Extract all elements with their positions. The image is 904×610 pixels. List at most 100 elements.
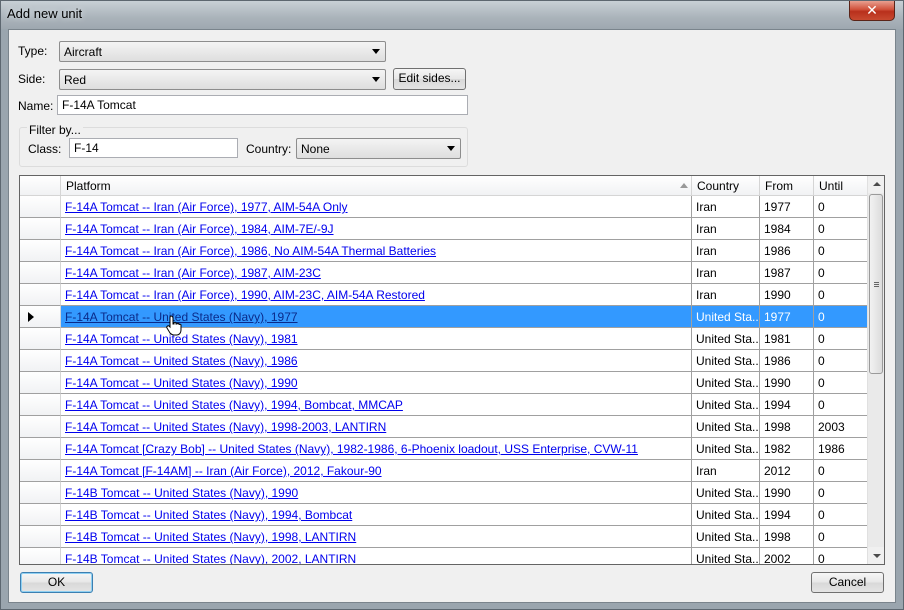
column-header-until[interactable]: Until — [814, 176, 868, 196]
column-header-country[interactable]: Country — [692, 176, 760, 196]
column-header-platform[interactable]: Platform — [61, 176, 692, 196]
table-row[interactable]: F-14A Tomcat -- Iran (Air Force), 1984, … — [20, 218, 868, 240]
filter-group-title: Filter by... — [27, 123, 83, 137]
platform-cell[interactable]: F-14A Tomcat -- Iran (Air Force), 1987, … — [61, 262, 692, 284]
row-header[interactable] — [20, 482, 61, 504]
from-cell: 1990 — [760, 482, 814, 504]
row-header[interactable] — [20, 240, 61, 262]
row-header[interactable] — [20, 460, 61, 482]
country-cell: United Sta... — [692, 350, 760, 372]
until-cell: 0 — [814, 240, 868, 262]
row-header[interactable] — [20, 548, 61, 564]
until-cell: 0 — [814, 218, 868, 240]
row-header[interactable] — [20, 438, 61, 460]
platform-cell[interactable]: F-14A Tomcat -- United States (Navy), 19… — [61, 394, 692, 416]
edit-sides-button[interactable]: Edit sides... — [393, 68, 466, 90]
country-cell: United Sta... — [692, 438, 760, 460]
country-cell: United Sta... — [692, 372, 760, 394]
table-row[interactable]: F-14B Tomcat -- United States (Navy), 19… — [20, 482, 868, 504]
table-row[interactable]: F-14A Tomcat -- United States (Navy), 19… — [20, 350, 868, 372]
table-row[interactable]: F-14A Tomcat [F-14AM] -- Iran (Air Force… — [20, 460, 868, 482]
class-label: Class: — [28, 142, 62, 156]
row-header[interactable] — [20, 196, 61, 218]
scroll-up-button[interactable] — [868, 176, 884, 193]
platform-grid[interactable]: Platform Country From Until F-14A Tomcat… — [19, 175, 885, 565]
platform-cell[interactable]: F-14A Tomcat -- United States (Navy), 19… — [61, 328, 692, 350]
platform-cell[interactable]: F-14A Tomcat -- United States (Navy), 19… — [61, 306, 692, 328]
platform-cell[interactable]: F-14A Tomcat -- Iran (Air Force), 1990, … — [61, 284, 692, 306]
cancel-button[interactable]: Cancel — [811, 572, 884, 593]
row-header[interactable] — [20, 218, 61, 240]
row-header[interactable] — [20, 306, 61, 328]
until-cell: 0 — [814, 328, 868, 350]
add-unit-dialog: Add new unit ✕ Type: Aircraft Side: Red … — [0, 0, 904, 610]
country-cell: United Sta... — [692, 306, 760, 328]
from-cell: 1998 — [760, 526, 814, 548]
table-row[interactable]: F-14B Tomcat -- United States (Navy), 20… — [20, 548, 868, 564]
table-row[interactable]: F-14B Tomcat -- United States (Navy), 19… — [20, 526, 868, 548]
table-row[interactable]: F-14A Tomcat -- Iran (Air Force), 1977, … — [20, 196, 868, 218]
country-filter-select[interactable]: None — [296, 138, 461, 159]
hand-cursor-icon — [166, 315, 182, 336]
platform-cell[interactable]: F-14A Tomcat -- Iran (Air Force), 1986, … — [61, 240, 692, 262]
from-cell: 1990 — [760, 372, 814, 394]
table-row[interactable]: F-14A Tomcat -- United States (Navy), 19… — [20, 372, 868, 394]
close-button[interactable]: ✕ — [849, 1, 895, 21]
name-input[interactable]: F-14A Tomcat — [57, 95, 468, 115]
row-header[interactable] — [20, 416, 61, 438]
platform-cell[interactable]: F-14B Tomcat -- United States (Navy), 20… — [61, 548, 692, 564]
row-header[interactable] — [20, 262, 61, 284]
until-cell: 0 — [814, 548, 868, 564]
chevron-down-icon — [447, 146, 455, 151]
platform-cell[interactable]: F-14B Tomcat -- United States (Navy), 19… — [61, 526, 692, 548]
platform-cell[interactable]: F-14A Tomcat -- United States (Navy), 19… — [61, 416, 692, 438]
table-row[interactable]: F-14A Tomcat -- Iran (Air Force), 1990, … — [20, 284, 868, 306]
side-select[interactable]: Red — [59, 69, 386, 90]
table-row[interactable]: F-14A Tomcat -- United States (Navy), 19… — [20, 416, 868, 438]
title-bar[interactable]: Add new unit ✕ — [1, 1, 903, 29]
ok-button[interactable]: OK — [20, 572, 93, 593]
country-label: Country: — [246, 142, 292, 156]
platform-cell[interactable]: F-14A Tomcat -- United States (Navy), 19… — [61, 372, 692, 394]
platform-cell[interactable]: F-14B Tomcat -- United States (Navy), 19… — [61, 504, 692, 526]
table-row[interactable]: F-14A Tomcat -- United States (Navy), 19… — [20, 328, 868, 350]
until-cell: 0 — [814, 306, 868, 328]
platform-cell[interactable]: F-14B Tomcat -- United States (Navy), 19… — [61, 482, 692, 504]
vertical-scrollbar[interactable] — [867, 176, 884, 564]
row-header[interactable] — [20, 504, 61, 526]
country-cell: Iran — [692, 218, 760, 240]
country-cell: Iran — [692, 262, 760, 284]
scroll-thumb[interactable] — [869, 194, 883, 374]
table-row[interactable]: F-14A Tomcat -- United States (Navy), 19… — [20, 306, 868, 328]
table-row[interactable]: F-14A Tomcat -- Iran (Air Force), 1987, … — [20, 262, 868, 284]
platform-cell[interactable]: F-14A Tomcat [F-14AM] -- Iran (Air Force… — [61, 460, 692, 482]
platform-cell[interactable]: F-14A Tomcat -- Iran (Air Force), 1977, … — [61, 196, 692, 218]
row-header[interactable] — [20, 394, 61, 416]
from-cell: 1986 — [760, 240, 814, 262]
row-header[interactable] — [20, 372, 61, 394]
country-cell: United Sta... — [692, 526, 760, 548]
until-cell: 0 — [814, 460, 868, 482]
row-header[interactable] — [20, 526, 61, 548]
row-header[interactable] — [20, 328, 61, 350]
table-row[interactable]: F-14A Tomcat [Crazy Bob] -- United State… — [20, 438, 868, 460]
platform-cell[interactable]: F-14A Tomcat -- Iran (Air Force), 1984, … — [61, 218, 692, 240]
grid-body: Platform Country From Until F-14A Tomcat… — [20, 176, 868, 564]
until-cell: 0 — [814, 372, 868, 394]
side-label: Side: — [18, 72, 46, 86]
from-cell: 1977 — [760, 196, 814, 218]
class-filter-input[interactable]: F-14 — [69, 138, 238, 158]
type-select[interactable]: Aircraft — [59, 41, 386, 62]
grip-line — [874, 282, 879, 283]
table-row[interactable]: F-14A Tomcat -- Iran (Air Force), 1986, … — [20, 240, 868, 262]
table-row[interactable]: F-14A Tomcat -- United States (Navy), 19… — [20, 394, 868, 416]
scroll-down-button[interactable] — [868, 547, 884, 564]
platform-cell[interactable]: F-14A Tomcat [Crazy Bob] -- United State… — [61, 438, 692, 460]
chevron-down-icon — [372, 49, 380, 54]
window-title: Add new unit — [7, 6, 83, 21]
column-header-from[interactable]: From — [760, 176, 814, 196]
row-header[interactable] — [20, 284, 61, 306]
platform-cell[interactable]: F-14A Tomcat -- United States (Navy), 19… — [61, 350, 692, 372]
table-row[interactable]: F-14B Tomcat -- United States (Navy), 19… — [20, 504, 868, 526]
row-header[interactable] — [20, 350, 61, 372]
